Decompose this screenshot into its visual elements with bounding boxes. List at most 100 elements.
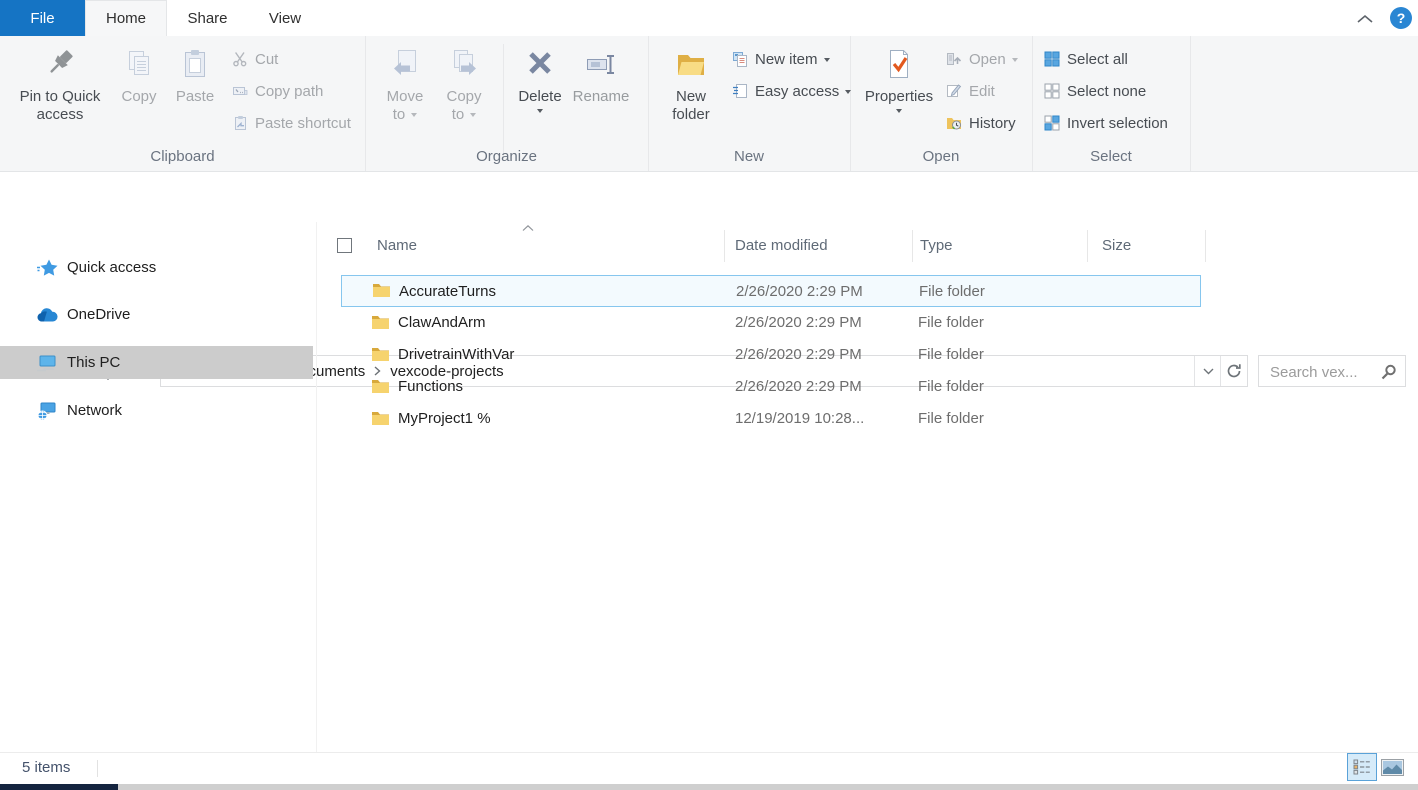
copy-button[interactable]: Copy [114, 48, 164, 106]
column-header-date-label: Date modified [735, 237, 828, 254]
tab-home[interactable]: Home [85, 0, 167, 36]
file-type: File folder [918, 371, 984, 402]
column-header-name[interactable]: Name [377, 228, 417, 264]
sidebar-item-network[interactable]: Network [0, 394, 313, 427]
refresh-button[interactable] [1220, 356, 1247, 386]
select-none-label: Select none [1067, 83, 1146, 100]
file-row-accurateturns[interactable]: AccurateTurns 2/26/2020 2:29 PM File fol… [341, 275, 1201, 307]
details-view-button[interactable] [1347, 753, 1377, 781]
history-label: History [969, 115, 1016, 132]
pin-icon [44, 48, 76, 80]
large-icons-view-button[interactable] [1381, 759, 1404, 776]
file-row-clawandarm[interactable]: ClawAndArm 2/26/2020 2:29 PM File folder [341, 307, 1201, 339]
sidebar-divider [316, 222, 317, 752]
sort-ascending-caret-icon [521, 224, 535, 232]
file-name: AccurateTurns [399, 276, 496, 307]
folder-icon [372, 282, 391, 302]
easy-access-button[interactable]: Easy access [732, 78, 851, 104]
file-date-modified: 2/26/2020 2:29 PM [735, 371, 862, 402]
status-divider [97, 760, 98, 777]
search-box [1258, 355, 1406, 387]
group-label-new: New [648, 148, 850, 165]
search-input[interactable] [1268, 357, 1380, 387]
group-label-clipboard: Clipboard [0, 148, 365, 165]
group-inner-separator [503, 44, 504, 154]
easy-access-icon [732, 83, 748, 99]
paste-button[interactable]: Paste [168, 48, 222, 106]
file-name: ClawAndArm [398, 307, 486, 338]
paste-shortcut-button[interactable]: Paste shortcut [232, 110, 351, 136]
file-explorer-window: File Home Share View ? Pin to Quick acce… [0, 0, 1418, 790]
network-icon [36, 401, 58, 421]
edit-button[interactable]: Edit [946, 78, 995, 104]
search-icon[interactable] [1381, 364, 1397, 380]
tab-home-label: Home [106, 10, 146, 27]
help-glyph: ? [1397, 10, 1406, 26]
column-header-type[interactable]: Type [920, 228, 953, 264]
pin-to-quick-access-button[interactable]: Pin to Quick access [12, 48, 108, 124]
new-item-label: New item [755, 51, 830, 68]
file-row-functions[interactable]: Functions 2/26/2020 2:29 PM File folder [341, 371, 1201, 403]
copy-path-button[interactable]: Copy path [232, 78, 323, 104]
tab-file[interactable]: File [0, 0, 85, 36]
tab-share[interactable]: Share [167, 0, 248, 36]
sidebar-quick-access-label: Quick access [67, 259, 156, 276]
column-header-date-modified[interactable]: Date modified [735, 228, 828, 264]
rename-button[interactable]: Rename [562, 48, 640, 106]
sidebar-onedrive-label: OneDrive [67, 306, 130, 323]
select-all-checkbox[interactable] [337, 238, 352, 253]
open-label: Open [969, 51, 1018, 68]
properties-label: Properties [860, 88, 938, 106]
open-icon [946, 51, 962, 67]
folder-icon [371, 410, 390, 430]
sidebar-item-quick-access[interactable]: Quick access [0, 251, 313, 284]
tab-share-label: Share [187, 10, 227, 27]
details-view-icon [1353, 759, 1371, 775]
select-all-button[interactable]: Select all [1044, 46, 1128, 72]
open-button[interactable]: Open [946, 46, 1018, 72]
file-row-drivetrainwithvar[interactable]: DrivetrainWithVar 2/26/2020 2:29 PM File… [341, 339, 1201, 371]
column-separator[interactable] [912, 230, 913, 262]
minimize-ribbon-chevron-icon[interactable] [1356, 12, 1374, 24]
copy-path-label: Copy path [255, 83, 323, 100]
cut-button[interactable]: Cut [232, 46, 278, 72]
copy-to-button[interactable]: Copy to [440, 48, 488, 124]
folder-icon [371, 378, 390, 398]
file-type: File folder [919, 276, 985, 307]
select-none-icon [1044, 83, 1060, 99]
help-icon[interactable]: ? [1390, 7, 1412, 29]
column-separator[interactable] [1205, 230, 1206, 262]
quick-access-star-icon [36, 258, 58, 278]
sidebar-item-this-pc[interactable]: This PC [0, 346, 313, 379]
folder-icon [371, 314, 390, 334]
move-to-button[interactable]: Move to [381, 48, 429, 124]
ribbon-group-open: Properties Open Edit [850, 36, 1033, 171]
item-count: 5 items [22, 753, 70, 783]
new-item-button[interactable]: New item [732, 46, 830, 72]
paste-label: Paste [168, 88, 222, 106]
ribbon-group-select: Select all Select none Inver [1032, 36, 1191, 171]
column-separator[interactable] [724, 230, 725, 262]
column-header-size[interactable]: Size [1102, 228, 1131, 264]
delete-dropdown-caret-icon[interactable] [537, 109, 543, 113]
delete-button[interactable]: Delete [512, 48, 568, 113]
new-folder-button[interactable]: New folder [660, 48, 722, 124]
chevron-down-icon [1203, 368, 1214, 375]
properties-button[interactable]: Properties [860, 48, 938, 113]
rename-label: Rename [562, 88, 640, 106]
tab-view[interactable]: View [248, 0, 322, 36]
history-button[interactable]: History [946, 110, 1016, 136]
select-all-label: Select all [1067, 51, 1128, 68]
properties-dropdown-caret-icon[interactable] [896, 109, 902, 113]
paste-shortcut-label: Paste shortcut [255, 115, 351, 132]
sidebar-this-pc-label: This PC [67, 354, 120, 371]
ribbon-tab-bar: File Home Share View ? [0, 0, 1418, 36]
tab-file-label: File [30, 10, 54, 27]
this-pc-monitor-icon [36, 353, 58, 373]
copy-icon [123, 48, 155, 80]
column-separator[interactable] [1087, 230, 1088, 262]
select-none-button[interactable]: Select none [1044, 78, 1146, 104]
sidebar-item-onedrive[interactable]: OneDrive [0, 298, 313, 331]
file-row-myproject1[interactable]: MyProject1 % 12/19/2019 10:28... File fo… [341, 403, 1201, 435]
invert-selection-button[interactable]: Invert selection [1044, 110, 1168, 136]
